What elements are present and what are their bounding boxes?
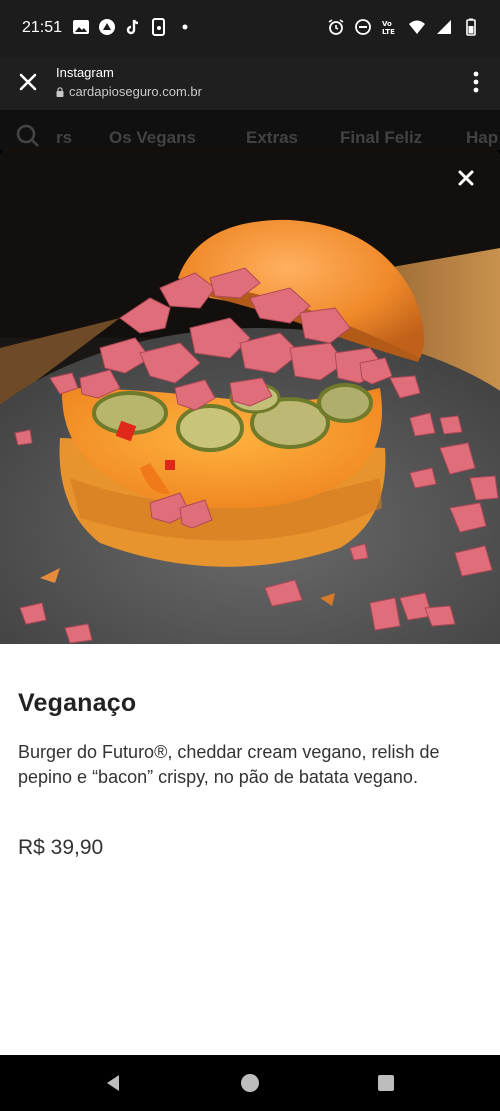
category-item[interactable]: Extras xyxy=(246,128,298,148)
volte-icon: VoLTE xyxy=(382,20,395,36)
category-item[interactable]: rs xyxy=(56,128,72,148)
product-photo xyxy=(0,148,500,644)
more-options-icon[interactable] xyxy=(472,70,480,94)
burger-image xyxy=(0,148,500,644)
tab-url: cardapioseguro.com.br xyxy=(69,84,202,99)
category-item[interactable]: Hap xyxy=(466,128,498,148)
tiktok-icon xyxy=(126,19,139,35)
navigation-bar xyxy=(0,1055,500,1111)
category-item[interactable]: Os Vegans xyxy=(109,128,196,148)
tab-url-row[interactable]: cardapioseguro.com.br xyxy=(56,84,202,99)
close-tab-icon[interactable] xyxy=(14,68,42,96)
status-notification-icons xyxy=(72,18,194,36)
custom-tab-bar: Instagram cardapioseguro.com.br xyxy=(0,58,500,110)
back-icon[interactable] xyxy=(102,1072,124,1094)
signal-icon xyxy=(437,20,451,34)
gallery-icon xyxy=(73,20,89,34)
dot-icon xyxy=(182,24,188,30)
battery-icon xyxy=(466,18,476,36)
dnd-icon xyxy=(355,19,371,35)
home-icon[interactable] xyxy=(239,1072,261,1094)
svg-text:Vo: Vo xyxy=(382,20,392,28)
close-icon[interactable] xyxy=(456,168,476,188)
category-item[interactable]: Final Feliz xyxy=(340,128,422,148)
search-icon[interactable] xyxy=(16,124,40,148)
status-bar: 21:51 Vo LTE xyxy=(0,0,500,58)
alarm-icon xyxy=(328,19,344,35)
product-title: Veganaço xyxy=(18,689,137,717)
product-modal: Veganaço Burger do Futuro®, cheddar crea… xyxy=(0,148,500,1055)
status-time: 21:51 xyxy=(22,19,63,36)
recent-apps-icon[interactable] xyxy=(376,1073,396,1093)
lock-icon xyxy=(56,86,64,97)
wifi-icon xyxy=(409,20,425,34)
product-description: Burger do Futuro®, cheddar cream vegano,… xyxy=(18,742,440,787)
product-price: R$ 39,90 xyxy=(18,836,104,859)
svg-text:LTE: LTE xyxy=(382,28,395,36)
tab-title: Instagram xyxy=(56,65,114,80)
app-icon xyxy=(152,18,165,36)
cast-icon xyxy=(99,19,115,35)
category-bar: rs Os Vegans Extras Final Feliz Hap xyxy=(0,110,500,150)
status-system-icons: Vo LTE xyxy=(327,18,480,36)
